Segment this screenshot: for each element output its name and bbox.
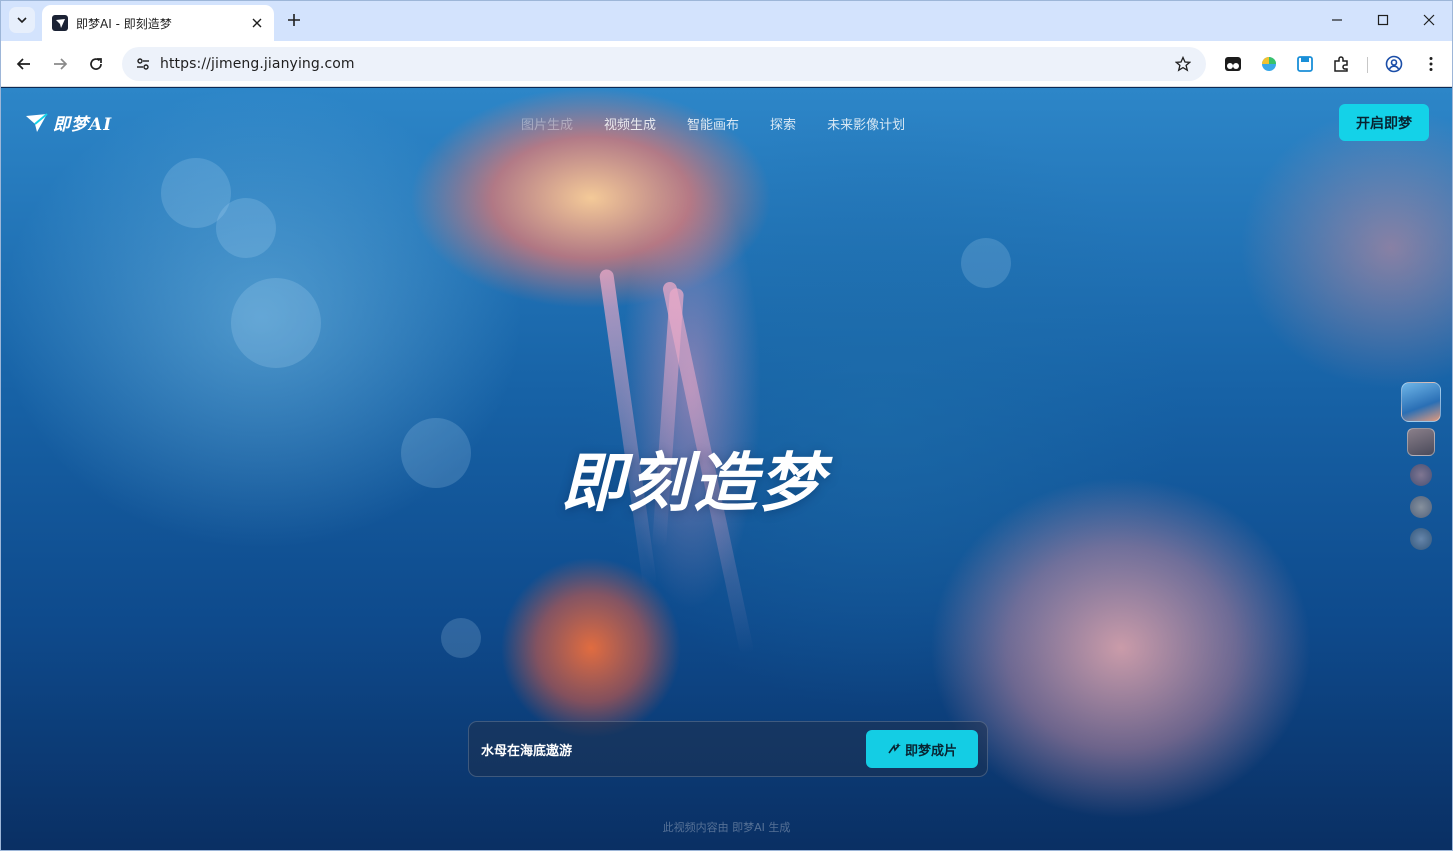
video-thumbnail[interactable] (1410, 464, 1432, 486)
extension-colorful-button[interactable] (1257, 52, 1281, 76)
back-button[interactable] (10, 50, 38, 78)
forward-button[interactable] (46, 50, 74, 78)
bokeh-light (961, 238, 1011, 288)
nav-item-video-generation[interactable]: 视频生成 (604, 114, 656, 133)
nav-item-smart-canvas[interactable]: 智能画布 (687, 114, 739, 133)
browser-window: 即梦AI - 即刻造梦 https://jimeng.jianying.com … (0, 0, 1453, 851)
extension-icon (1334, 56, 1348, 72)
tampermonkey-icon (1225, 57, 1241, 71)
reload-button[interactable] (82, 50, 110, 78)
close-icon (252, 18, 262, 28)
nav-item-explore[interactable]: 探索 (770, 114, 796, 133)
generate-video-button[interactable]: 即梦成片 (866, 730, 978, 768)
video-thumbnail[interactable] (1410, 528, 1432, 550)
bookmark-star-icon (1175, 56, 1191, 72)
tab-search-button[interactable] (9, 7, 35, 33)
hero-title: 即刻造梦 (561, 446, 825, 521)
forward-icon (54, 58, 68, 70)
tab-strip: 即梦AI - 即刻造梦 (1, 1, 1452, 41)
url-text[interactable]: https://jimeng.jianying.com (160, 56, 1172, 72)
generate-video-label: 即梦成片 (904, 743, 957, 759)
main-menu: 图片生成 视频生成 智能画布 探索 未来影像计划 (521, 114, 936, 133)
sparkle-icon (888, 743, 901, 754)
window-close-button[interactable] (1406, 5, 1452, 35)
address-bar[interactable]: https://jimeng.jianying.com (122, 47, 1206, 81)
more-menu-button[interactable] (1419, 52, 1443, 76)
prompt-input-box[interactable]: 水母在海底遨游 即梦成片 (468, 721, 988, 777)
site-info-icon (137, 58, 149, 70)
bokeh-light (216, 198, 276, 258)
site-info-button[interactable] (130, 51, 156, 77)
window-close-icon (1423, 14, 1435, 26)
logo-text: 即梦AI (53, 115, 113, 135)
new-tab-button[interactable] (283, 9, 305, 31)
more-menu-icon (1429, 57, 1433, 71)
tab-close-button[interactable] (248, 14, 266, 32)
profile-icon (1385, 55, 1403, 73)
video-thumbnail-list (1401, 382, 1441, 560)
jellyfish-tentacle (598, 268, 658, 588)
bokeh-light (401, 418, 471, 488)
minimize-icon (1332, 19, 1342, 21)
extension-save-button[interactable] (1293, 52, 1317, 76)
video-thumbnail[interactable] (1410, 496, 1432, 518)
bokeh-light (231, 278, 321, 368)
video-thumbnail[interactable] (1407, 428, 1435, 456)
chevron-down-icon (17, 17, 27, 24)
maximize-button[interactable] (1360, 5, 1406, 35)
logo[interactable]: 即梦AI (25, 110, 112, 135)
plus-icon (288, 14, 300, 26)
hero-page: 即梦AI 图片生成 视频生成 智能画布 探索 未来影像计划 开启即梦 即刻造梦 … (1, 88, 1452, 850)
ai-generated-note: 此视频内容由 即梦AI 生成 (662, 821, 791, 834)
tab-title: 即梦AI - 即刻造梦 (76, 16, 172, 31)
nav-item-future-image-plan[interactable]: 未来影像计划 (827, 114, 905, 133)
nav-item-image-generation[interactable]: 图片生成 (521, 114, 573, 133)
site-nav: 即梦AI 图片生成 视频生成 智能画布 探索 未来影像计划 开启即梦 (1, 88, 1452, 158)
jimeng-logo-icon (26, 112, 48, 132)
maximize-icon (1377, 14, 1389, 26)
profile-button[interactable] (1382, 52, 1406, 76)
jimeng-favicon-icon (52, 15, 68, 31)
prompt-text[interactable]: 水母在海底遨游 (481, 740, 866, 759)
video-thumbnail-jellyfish[interactable] (1401, 382, 1441, 422)
start-dreaming-button[interactable]: 开启即梦 (1339, 104, 1429, 141)
minimize-button[interactable] (1314, 5, 1360, 35)
colorful-extension-icon (1262, 57, 1276, 71)
toolbar-separator (1367, 57, 1368, 73)
save-icon (1297, 56, 1313, 72)
extension-tampermonkey-button[interactable] (1221, 52, 1245, 76)
bokeh-light (441, 618, 481, 658)
extensions-menu-button[interactable] (1329, 52, 1353, 76)
bookmark-button[interactable] (1172, 53, 1194, 75)
reload-icon (90, 58, 102, 70)
active-tab[interactable]: 即梦AI - 即刻造梦 (42, 5, 274, 41)
browser-toolbar: https://jimeng.jianying.com (1, 41, 1452, 87)
back-icon (16, 58, 30, 70)
